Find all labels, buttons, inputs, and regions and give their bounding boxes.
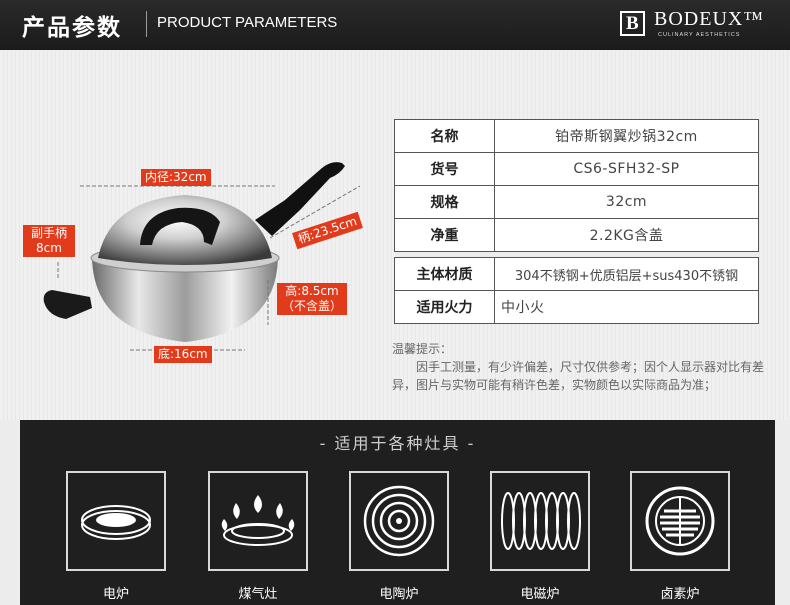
spec-key: 主体材质 (394, 257, 495, 291)
stove-item-halogen: 卤素炉 (630, 471, 730, 602)
side-handle (43, 290, 92, 319)
inner-diameter-label: 内径:32cm (141, 169, 211, 186)
pan-lid (98, 195, 272, 265)
stove-item-electric: 电炉 (66, 471, 166, 602)
table-row: 主体材质 304不锈钢+优质铝层+sus430不锈钢 (394, 257, 759, 291)
brand-tagline: CULINARY AESTHETICS (658, 32, 741, 38)
measurement-note: 温馨提示： 因手工测量，有少许偏差，尺寸仅供参考；因个人显示器对比有差异，图片与… (392, 340, 772, 394)
note-body: 因手工测量，有少许偏差，尺寸仅供参考；因个人显示器对比有差异，图片与实物可能有稍… (392, 360, 765, 392)
spec-value: 铂帝斯钢翼炒锅32cm (494, 119, 759, 153)
page-header: 产品参数 PRODUCT PARAMETERS B BODEUX™ CULINA… (0, 0, 790, 50)
stove-label: 煤气灶 (238, 587, 278, 602)
side-handle-label: 副手柄 8cm (23, 225, 75, 257)
electric-stove-icon (66, 471, 166, 571)
spec-table: 名称 铂帝斯钢翼炒锅32cm 货号 CS6-SFH32-SP 规格 32cm 净… (394, 119, 759, 324)
stove-label: 电炉 (102, 587, 129, 602)
table-row: 净重 2.2KG含盖 (394, 218, 759, 252)
spec-value: CS6-SFH32-SP (494, 152, 759, 186)
page-title: 产品参数 (22, 15, 122, 41)
page-subtitle: PRODUCT PARAMETERS (157, 14, 338, 31)
spec-key: 货号 (394, 152, 495, 186)
table-row: 适用火力 中小火 (394, 290, 759, 324)
stove-item-gas: 煤气灶 (208, 471, 308, 602)
stove-label: 电陶炉 (379, 587, 419, 602)
note-title: 温馨提示： (392, 342, 453, 356)
stove-label: 电磁炉 (520, 587, 560, 602)
table-row: 货号 CS6-SFH32-SP (394, 152, 759, 186)
stove-label: 卤素炉 (660, 587, 700, 602)
spec-key: 适用火力 (394, 290, 495, 324)
brand-mark-icon: B (620, 11, 645, 36)
gas-stove-icon (208, 471, 308, 571)
spec-value: 304不锈钢+优质铝层+sus430不锈钢 (494, 257, 759, 291)
brand-name: BODEUX™ (654, 8, 764, 30)
height-label: 高:8.5cm （不含盖） (277, 283, 347, 315)
stove-compatibility-panel: - 适用于各种灶具 - 电炉 煤气灶 电陶炉 电磁炉 卤素炉 (20, 420, 775, 605)
halogen-stove-icon (630, 471, 730, 571)
bottom-diameter-label: 底:16cm (154, 346, 212, 363)
spec-key: 规格 (394, 185, 495, 219)
stove-caption: - 适用于各种灶具 - (319, 434, 476, 453)
spec-value: 中小火 (494, 290, 759, 324)
brand-logo: B BODEUX™ CULINARY AESTHETICS (620, 8, 780, 43)
spec-key: 名称 (394, 119, 495, 153)
ceramic-stove-icon (349, 471, 449, 571)
spec-value: 32cm (494, 185, 759, 219)
stove-item-induction: 电磁炉 (490, 471, 590, 602)
spec-key: 净重 (394, 218, 495, 252)
table-row: 规格 32cm (394, 185, 759, 219)
induction-cooker-icon (490, 471, 590, 571)
table-row: 名称 铂帝斯钢翼炒锅32cm (394, 119, 759, 153)
stove-item-ceramic: 电陶炉 (349, 471, 449, 602)
header-divider (146, 11, 147, 37)
spec-value: 2.2KG含盖 (494, 218, 759, 252)
